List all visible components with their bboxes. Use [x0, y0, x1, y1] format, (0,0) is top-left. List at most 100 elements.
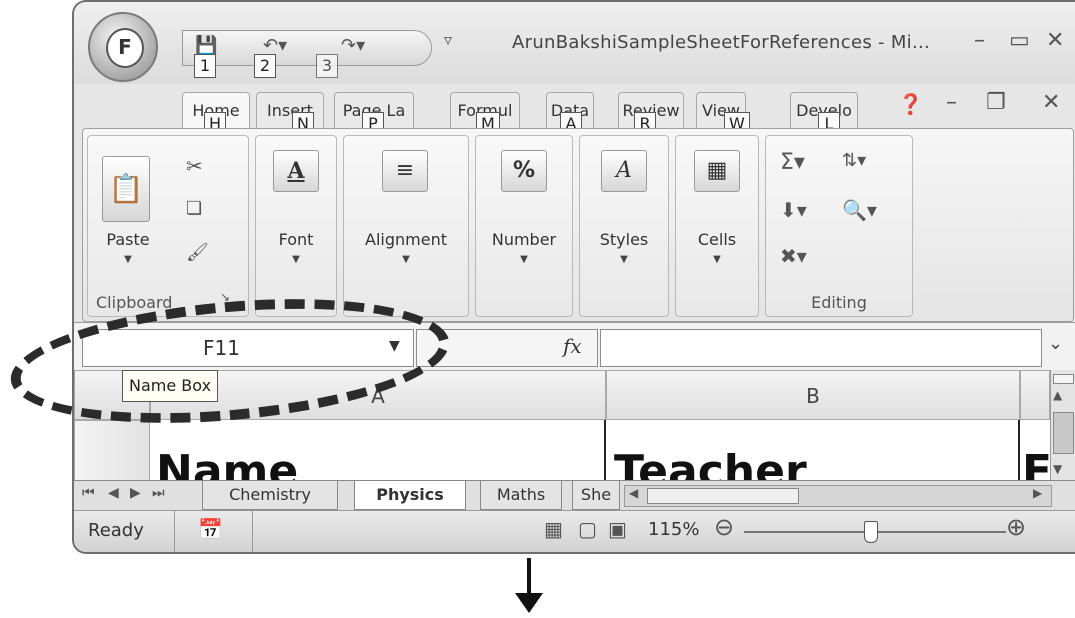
title-bar: F 💾 ↶▾ ↷▾ 1 2 3 ▿ ArunBakshiSampleSheetF… [74, 2, 1075, 84]
window-title: ArunBakshiSampleSheetForReferences - Mi.… [512, 32, 931, 53]
group-alignment[interactable]: ≡ Alignment ▼ [343, 135, 469, 317]
alignment-dropdown-icon: ▼ [402, 254, 410, 265]
qat-keytip-3: 3 [316, 54, 338, 78]
sheet-tab-physics[interactable]: Physics [354, 481, 466, 510]
next-sheet-icon[interactable]: ▶ [130, 485, 141, 501]
alignment-icon: ≡ [382, 150, 428, 192]
group-font[interactable]: A Font ▼ [255, 135, 337, 317]
minimize-icon[interactable]: – [974, 28, 985, 53]
column-header-c[interactable] [1020, 370, 1050, 420]
styles-dropdown-icon: ▼ [620, 254, 628, 265]
status-divider [174, 511, 175, 552]
expand-formula-bar-icon[interactable]: ⌄ [1048, 333, 1063, 354]
row-header-1[interactable] [74, 420, 150, 482]
first-sheet-icon[interactable]: ⏮ [82, 485, 95, 501]
alignment-label: Alignment [365, 230, 447, 249]
scroll-left-icon[interactable]: ◀ [629, 486, 638, 500]
styles-icon: A [601, 150, 647, 192]
status-ready: Ready [88, 520, 144, 541]
number-label: Number [491, 230, 557, 249]
qat-keytip-1: 1 [194, 54, 216, 78]
group-number[interactable]: % Number ▼ [475, 135, 573, 317]
close-icon[interactable]: ✕ [1046, 28, 1064, 53]
down-arrow-icon [515, 593, 543, 613]
find-select-icon[interactable]: 🔍▾ [842, 198, 877, 222]
column-header-b[interactable]: B [606, 370, 1020, 420]
scroll-right-icon[interactable]: ▶ [1033, 486, 1042, 500]
column-b-label: B [806, 384, 820, 408]
cell-c1-text: F [1022, 446, 1050, 482]
ribbon: 📋 Paste ▼ ✂ ❏ 🖌 Clipboard ↘ A Font ▼ ≡ A… [82, 128, 1074, 322]
qat-keytip-2: 2 [254, 54, 276, 78]
page-break-view-icon[interactable]: ▣ [608, 517, 627, 541]
font-label: Font [278, 230, 314, 249]
fill-icon[interactable]: ⬇▾ [780, 198, 807, 222]
clear-icon[interactable]: ✖▾ [780, 244, 807, 268]
vertical-scrollbar[interactable]: ▲ ▼ [1050, 370, 1075, 482]
formula-input[interactable] [600, 329, 1042, 367]
cell-b1-text: Teacher [614, 446, 807, 482]
cells-icon: ▦ [694, 150, 740, 192]
vertical-scroll-thumb[interactable] [1053, 412, 1074, 454]
paste-dropdown-icon[interactable]: ▼ [88, 254, 168, 265]
group-clipboard: 📋 Paste ▼ ✂ ❏ 🖌 Clipboard ↘ [87, 135, 249, 317]
workbook-restore-icon[interactable]: ❐ [986, 90, 1006, 115]
zoom-in-icon[interactable]: ⊕ [1006, 513, 1026, 541]
scroll-down-icon[interactable]: ▼ [1053, 462, 1062, 476]
group-cells[interactable]: ▦ Cells ▼ [675, 135, 759, 317]
horizontal-scrollbar[interactable]: ◀ ▶ [624, 485, 1052, 507]
paste-icon[interactable]: 📋 [102, 156, 150, 222]
format-painter-icon[interactable]: 🖌 [186, 242, 209, 263]
sheet-tab-chemistry[interactable]: Chemistry [202, 481, 338, 510]
cut-icon[interactable]: ✂ [186, 154, 203, 178]
cell-a1[interactable]: Name [150, 420, 606, 482]
cell-c1[interactable]: F [1020, 420, 1050, 482]
save-icon[interactable]: 💾 [195, 35, 217, 56]
prev-sheet-icon[interactable]: ◀ [108, 485, 119, 501]
paste-label[interactable]: Paste [88, 230, 168, 249]
customize-qat-icon[interactable]: ▿ [444, 30, 452, 49]
undo-icon[interactable]: ↶▾ [263, 35, 287, 56]
sheet-tab-she[interactable]: She [572, 481, 620, 510]
workbook-minimize-icon[interactable]: – [946, 90, 957, 115]
styles-label: Styles [599, 230, 649, 249]
redo-icon[interactable]: ↷▾ [341, 35, 365, 56]
font-dropdown-icon: ▼ [292, 254, 300, 265]
scroll-up-icon[interactable]: ▲ [1053, 388, 1062, 402]
cell-a1-text: Name [156, 446, 299, 482]
help-icon[interactable]: ❓ [898, 92, 923, 116]
percent-icon: % [501, 150, 547, 192]
cells-label: Cells [697, 230, 737, 249]
insert-function-button[interactable]: fx [563, 334, 582, 358]
horizontal-scroll-thumb[interactable] [647, 488, 799, 504]
zoom-slider-thumb[interactable] [864, 521, 878, 543]
zoom-level[interactable]: 115% [648, 519, 699, 540]
cell-b1[interactable]: Teacher [606, 420, 1020, 482]
status-bar: Ready 📅 ▦ ▢ ▣ 115% ⊖ ⊕ [74, 510, 1075, 552]
quick-access-toolbar: 💾 ↶▾ ↷▾ [182, 30, 432, 66]
zoom-out-icon[interactable]: ⊖ [714, 513, 734, 541]
maximize-icon[interactable]: ▭ [1009, 28, 1030, 53]
macro-record-icon[interactable]: 📅 [198, 517, 223, 541]
name-box-tooltip: Name Box [122, 370, 219, 402]
group-editing: Σ▾ ⇅▾ ⬇▾ 🔍▾ ✖▾ Editing [765, 135, 913, 317]
status-divider-2 [252, 511, 253, 552]
number-dropdown-icon: ▼ [520, 254, 528, 265]
down-arrow-shaft [527, 558, 531, 596]
split-box[interactable] [1053, 374, 1074, 384]
page-layout-view-icon[interactable]: ▢ [578, 517, 597, 541]
sort-filter-icon[interactable]: ⇅▾ [842, 150, 866, 171]
normal-view-icon[interactable]: ▦ [544, 517, 563, 541]
autosum-icon[interactable]: Σ▾ [780, 150, 805, 175]
cells-dropdown-icon: ▼ [713, 254, 721, 265]
office-button[interactable]: F [88, 12, 158, 82]
font-icon: A [273, 150, 319, 192]
excel-window: F 💾 ↶▾ ↷▾ 1 2 3 ▿ ArunBakshiSampleSheetF… [72, 0, 1075, 554]
workbook-close-icon[interactable]: ✕ [1042, 90, 1060, 115]
group-styles[interactable]: A Styles ▼ [579, 135, 669, 317]
office-button-keytip: F [106, 28, 144, 68]
sheet-tab-bar: ⏮ ◀ ▶ ⏭ Chemistry Physics Maths She ◀ ▶ [74, 480, 1075, 511]
copy-icon[interactable]: ❏ [186, 198, 202, 219]
last-sheet-icon[interactable]: ⏭ [152, 485, 165, 501]
sheet-tab-maths[interactable]: Maths [480, 481, 562, 510]
